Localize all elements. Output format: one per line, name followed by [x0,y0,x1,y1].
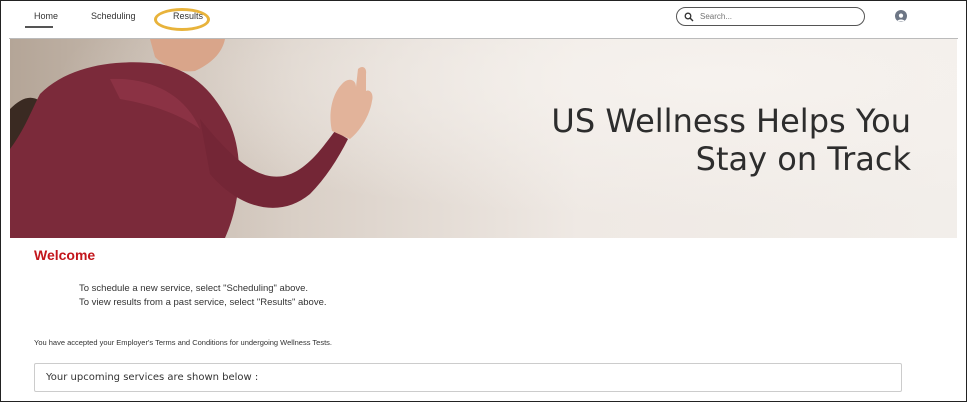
hero-title-line-2: Stay on Track [695,140,911,178]
upcoming-services-label: Your upcoming services are shown below : [46,372,259,383]
terms-notice: You have accepted your Employer's Terms … [34,338,332,347]
upcoming-services-panel: Your upcoming services are shown below : [34,363,902,392]
hero-banner: US Wellness Helps You Stay on Track [10,39,957,238]
hero-title-line-1: US Wellness Helps You [551,102,911,140]
results-highlight-circle [154,8,210,31]
search-input[interactable] [700,12,850,21]
hero-title: US Wellness Helps You Stay on Track [551,102,911,178]
nav-home[interactable]: Home [34,11,58,21]
app-frame: Home Scheduling Results Search... US Wel… [0,0,967,402]
instruction-results: To view results from a past service, sel… [79,297,327,308]
instruction-scheduling: To schedule a new service, select "Sched… [79,283,309,294]
active-tab-underline [25,26,53,28]
search-icon [684,12,694,21]
search-box[interactable] [676,7,865,26]
top-navigation-bar: Home Scheduling Results [1,1,966,37]
welcome-heading: Welcome [34,247,96,263]
nav-scheduling[interactable]: Scheduling [91,11,136,21]
welcome-instructions: To schedule a new service, select "Sched… [79,282,327,310]
user-avatar-icon[interactable] [895,10,907,22]
